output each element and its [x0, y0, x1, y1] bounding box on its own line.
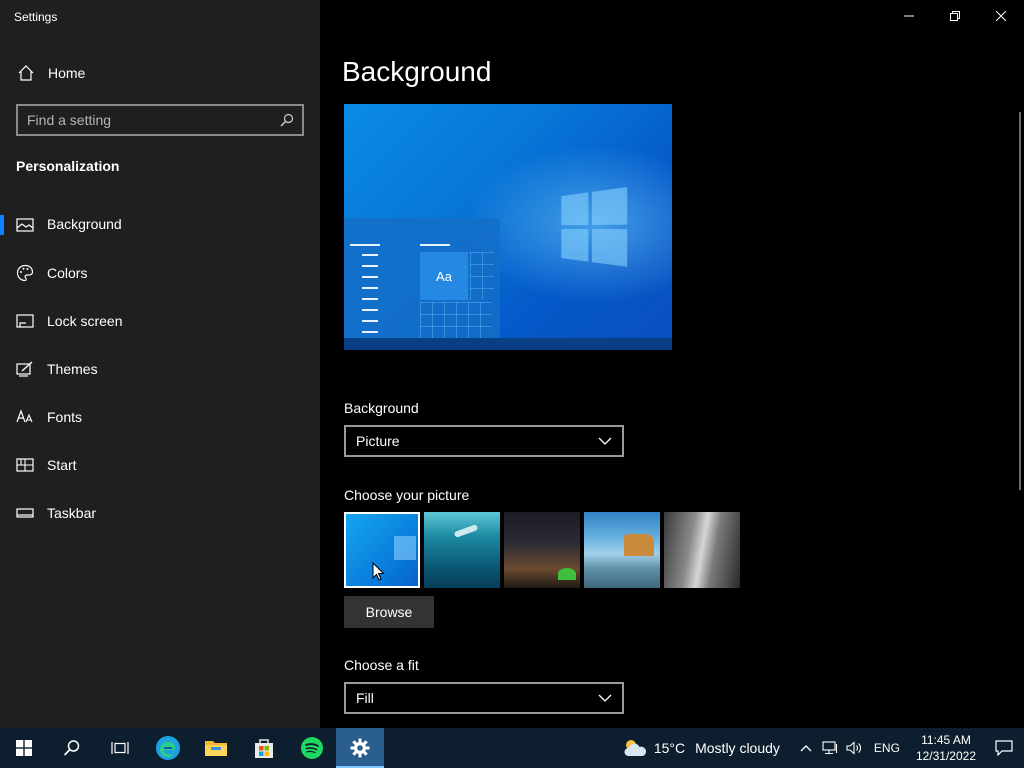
fit-dropdown-value: Fill — [356, 690, 374, 706]
edge-button[interactable] — [144, 728, 192, 768]
network-icon — [822, 741, 837, 755]
taskbar: 15°C Mostly cloudy ENG 11:45 AM 12/31/20… — [0, 728, 1024, 768]
store-button[interactable] — [240, 728, 288, 768]
home-icon — [18, 65, 34, 81]
lock-screen-icon — [16, 314, 34, 328]
preview-tiles — [470, 252, 494, 300]
page-title: Background — [342, 56, 492, 87]
close-button[interactable] — [978, 0, 1024, 32]
show-hidden-icons-button[interactable] — [794, 728, 818, 768]
clock-time: 11:45 AM — [921, 733, 971, 747]
sidebar-item-label: Colors — [47, 265, 88, 281]
chevron-up-icon — [800, 745, 812, 752]
picture-thumbnail-cliff[interactable] — [664, 512, 740, 588]
windows-logo — [561, 186, 629, 270]
weather-widget[interactable]: 15°C Mostly cloudy — [622, 737, 780, 759]
picture-thumbnail-beach[interactable] — [584, 512, 660, 588]
sidebar-item-label: Themes — [47, 361, 98, 377]
search-icon — [63, 740, 80, 756]
picture-thumbnails — [344, 512, 740, 588]
restore-icon — [950, 11, 960, 21]
partly-cloudy-icon — [624, 740, 646, 756]
sidebar-nav: Background Colors Lock screen Themes Fon… — [0, 208, 320, 544]
preview-taskbar — [344, 338, 672, 350]
file-explorer-button[interactable] — [192, 728, 240, 768]
speaker-icon — [846, 741, 861, 755]
sidebar-item-themes[interactable]: Themes — [0, 352, 320, 400]
sidebar: Settings Home Personalization Background — [0, 0, 320, 728]
sidebar-item-taskbar[interactable]: Taskbar — [0, 496, 320, 544]
background-dropdown[interactable]: Picture — [344, 425, 624, 457]
language-indicator[interactable]: ENG — [874, 741, 900, 755]
main-panel: Background Aa Background Picture Choose … — [320, 0, 1024, 728]
palette-icon — [16, 264, 34, 282]
search-box[interactable] — [16, 104, 304, 136]
background-dropdown-value: Picture — [356, 433, 400, 449]
search-icon[interactable] — [280, 113, 294, 127]
notification-center-button[interactable] — [984, 728, 1024, 768]
weather-condition: Mostly cloudy — [695, 740, 780, 756]
notification-icon — [995, 740, 1013, 756]
background-preview: Aa — [344, 104, 672, 350]
weather-temperature: 15°C — [653, 740, 686, 756]
sidebar-item-fonts[interactable]: Fonts — [0, 400, 320, 448]
choose-picture-label: Choose your picture — [344, 487, 470, 503]
store-icon — [255, 739, 273, 758]
search-input[interactable] — [18, 106, 280, 134]
mouse-cursor-icon — [372, 562, 385, 581]
clock[interactable]: 11:45 AM 12/31/2022 — [916, 732, 976, 764]
spotify-icon — [301, 737, 323, 759]
choose-fit-label: Choose a fit — [344, 657, 419, 673]
chevron-down-icon — [598, 694, 612, 702]
sidebar-item-label: Fonts — [47, 409, 83, 425]
task-view-button[interactable] — [96, 728, 144, 768]
sidebar-item-start[interactable]: Start — [0, 448, 320, 496]
themes-icon — [16, 361, 33, 377]
settings-icon — [350, 738, 370, 758]
file-explorer-icon — [205, 741, 227, 756]
taskbar-icon — [16, 508, 34, 518]
picture-thumbnail-underwater[interactable] — [424, 512, 500, 588]
sidebar-item-label: Background — [47, 216, 122, 232]
minimize-icon — [904, 15, 914, 17]
settings-button[interactable] — [336, 728, 384, 768]
sidebar-item-label: Start — [47, 457, 77, 473]
sidebar-item-label: Lock screen — [47, 313, 123, 329]
home-label: Home — [48, 65, 86, 81]
fonts-icon — [16, 409, 33, 423]
section-title: Personalization — [16, 158, 120, 174]
clock-date: 12/31/2022 — [915, 749, 976, 763]
system-tray: 15°C Mostly cloudy ENG 11:45 AM 12/31/20… — [622, 728, 1024, 768]
sidebar-item-lock-screen[interactable]: Lock screen — [0, 304, 320, 352]
restore-button[interactable] — [932, 0, 978, 32]
picture-thumbnail-night-sky[interactable] — [504, 512, 580, 588]
edge-icon — [156, 736, 180, 760]
task-view-icon — [111, 742, 129, 754]
window-controls — [886, 0, 1024, 32]
close-icon — [996, 11, 1006, 21]
sidebar-item-label: Taskbar — [47, 505, 97, 521]
taskbar-search-button[interactable] — [48, 728, 96, 768]
chevron-down-icon — [598, 437, 612, 445]
image-icon — [16, 218, 34, 232]
fit-dropdown[interactable]: Fill — [344, 682, 624, 714]
sidebar-item-colors[interactable]: Colors — [0, 256, 320, 304]
volume-button[interactable] — [842, 728, 866, 768]
windows-start-icon — [16, 740, 32, 756]
home-button[interactable]: Home — [0, 58, 320, 88]
spotify-button[interactable] — [288, 728, 336, 768]
app-title: Settings — [14, 10, 58, 24]
background-label: Background — [344, 400, 419, 416]
preview-tiles — [420, 302, 492, 338]
scrollbar[interactable] — [1019, 112, 1021, 490]
start-icon — [16, 458, 34, 472]
browse-button[interactable]: Browse — [344, 596, 434, 628]
minimize-button[interactable] — [886, 0, 932, 32]
sidebar-item-background[interactable]: Background — [0, 208, 320, 256]
start-button[interactable] — [0, 728, 48, 768]
network-button[interactable] — [818, 728, 842, 768]
preview-tile: Aa — [420, 252, 468, 300]
